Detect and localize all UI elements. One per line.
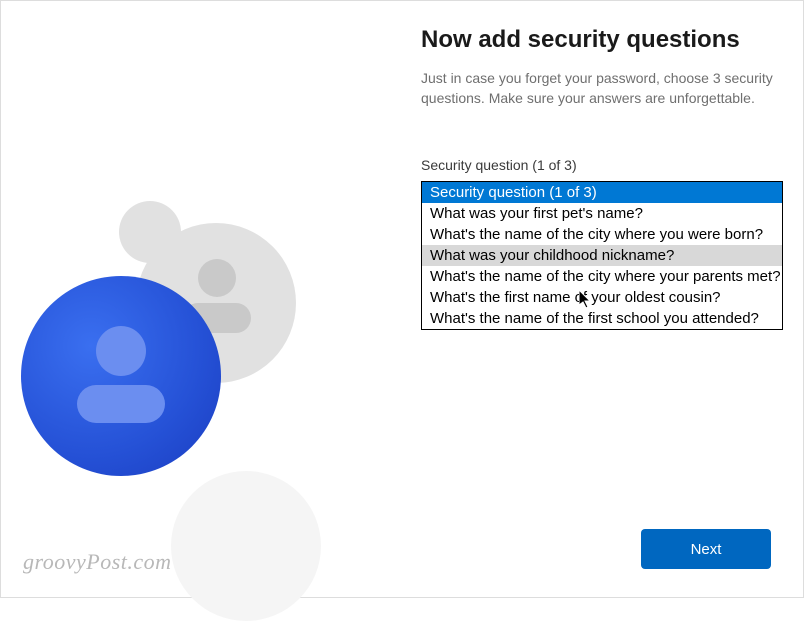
dropdown-option[interactable]: What's the name of the city where you we… bbox=[422, 224, 782, 245]
dropdown-option[interactable]: What was your first pet's name? bbox=[422, 203, 782, 224]
dropdown-option[interactable]: What's the first name of your oldest cou… bbox=[422, 287, 782, 308]
security-question-label: Security question (1 of 3) bbox=[421, 157, 773, 173]
dropdown-option[interactable]: Security question (1 of 3) bbox=[422, 182, 782, 203]
decorative-circle-faint bbox=[171, 471, 321, 621]
dropdown-option[interactable]: What's the name of the city where your p… bbox=[422, 266, 782, 287]
page-subtitle: Just in case you forget your password, c… bbox=[421, 68, 773, 109]
blue-avatar-head-icon bbox=[96, 326, 146, 376]
watermark-text: groovyPost.com bbox=[23, 549, 172, 575]
decorative-circle-blue bbox=[21, 276, 221, 476]
dropdown-option[interactable]: What was your childhood nickname? bbox=[422, 245, 782, 266]
dropdown-option[interactable]: What's the name of the first school you … bbox=[422, 308, 782, 329]
gray-avatar-head-icon bbox=[198, 259, 236, 297]
blue-avatar-body-icon bbox=[77, 385, 165, 423]
user-illustration bbox=[1, 181, 381, 561]
next-button[interactable]: Next bbox=[641, 529, 771, 569]
page-title: Now add security questions bbox=[421, 26, 773, 54]
security-question-dropdown[interactable]: Security question (1 of 3)What was your … bbox=[421, 181, 783, 330]
